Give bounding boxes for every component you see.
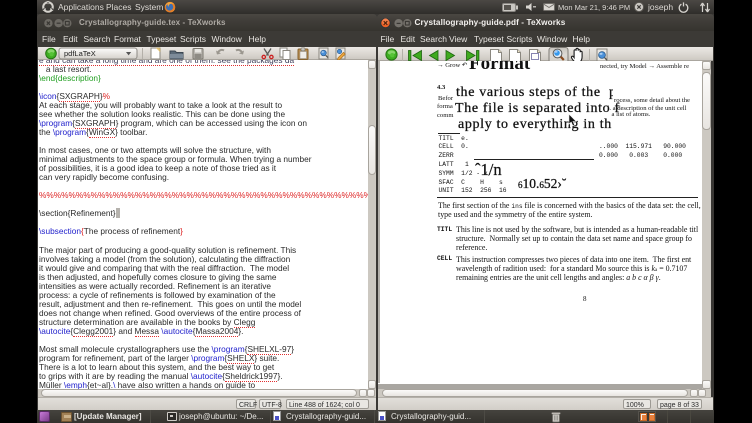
svg-text:pdfLaTeX: pdfLaTeX	[64, 49, 96, 58]
